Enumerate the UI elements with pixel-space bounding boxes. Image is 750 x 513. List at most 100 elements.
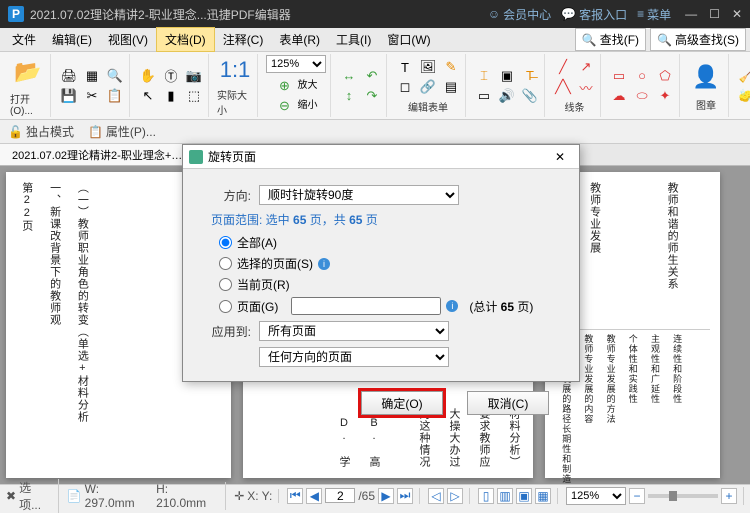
menu-document[interactable]: 文档(D) [156, 27, 215, 52]
realsize-icon[interactable]: 1:1 [217, 54, 253, 85]
menu-window[interactable]: 窗口(W) [379, 28, 438, 51]
pencil-icon[interactable]: ✎ [441, 57, 461, 77]
page-range-text: 页面范围: 选中 65 页，共 65 页 [211, 211, 561, 228]
ok-button[interactable]: 确定(O) [361, 391, 443, 415]
first-page-icon[interactable]: ⏮ [287, 488, 303, 504]
main-menu[interactable]: ≡ 菜单 [637, 6, 671, 23]
close-icon[interactable]: ✕ [732, 7, 742, 21]
fitwidth-icon[interactable]: ↔ [339, 66, 359, 86]
info-icon[interactable]: i [446, 300, 458, 312]
radio-selected[interactable]: 选择的页面(S)i [219, 255, 561, 272]
report-link[interactable]: 💬 客报入口 [561, 6, 627, 23]
image-icon[interactable]: 🖼 [418, 57, 438, 77]
stamp-big-icon[interactable]: 👤 [688, 59, 724, 95]
fitheight-icon[interactable]: ↕ [339, 86, 359, 106]
menu-tool[interactable]: 工具(I) [328, 28, 379, 51]
properties[interactable]: 📋 属性(P)... [88, 123, 156, 140]
status-zoomout-icon[interactable]: − [629, 488, 645, 504]
print-icon[interactable]: 🖨 [59, 66, 79, 86]
facing-icon[interactable]: ▣ [516, 488, 532, 504]
form-icon[interactable]: ▤ [441, 77, 461, 97]
member-link[interactable]: ☺ 会员中心 [488, 6, 551, 23]
find-button[interactable]: 🔍查找(F) [575, 28, 646, 51]
ellipse-icon[interactable]: ⬭ [632, 86, 652, 106]
line-icon[interactable]: ╱ [553, 57, 573, 77]
menu-form[interactable]: 表单(R) [271, 28, 328, 51]
attach-icon[interactable]: 📎 [520, 86, 540, 106]
menu-view[interactable]: 视图(V) [100, 28, 156, 51]
continuous-icon[interactable]: ▥ [497, 488, 513, 504]
maximize-icon[interactable]: ☐ [709, 7, 720, 21]
prev-page-icon[interactable]: ◀ [306, 488, 322, 504]
options-link[interactable]: 选项... [19, 479, 52, 513]
highlight-icon[interactable]: ▮ [161, 86, 181, 106]
menu-file[interactable]: 文件 [4, 28, 44, 51]
circle-icon[interactable]: ○ [632, 66, 652, 86]
cut-icon[interactable]: ✂ [82, 86, 102, 106]
info-icon[interactable]: i [318, 258, 330, 270]
status-zoom-select[interactable]: 125% [566, 487, 626, 505]
page-input[interactable] [325, 488, 355, 503]
last-page-icon[interactable]: ⏭ [397, 488, 413, 504]
zoomin-icon[interactable]: ⊕ [275, 76, 295, 96]
polyline-icon[interactable]: ╱╲ [553, 77, 573, 97]
back-icon[interactable]: ◁ [428, 488, 444, 504]
sound-icon[interactable]: 🔊 [497, 86, 517, 106]
document-tab[interactable]: 2021.07.02理论精讲2-职业理念+职业道德 [0, 144, 200, 165]
note-icon[interactable]: ▭ [474, 86, 494, 106]
text-icon[interactable]: T [395, 57, 415, 77]
menubar: 文件 编辑(E) 视图(V) 文档(D) 注释(C) 表单(R) 工具(I) 窗… [0, 28, 750, 52]
dialog-close-icon[interactable]: ✕ [547, 148, 573, 166]
cursor-pos: ✛ X: Y: [234, 489, 279, 503]
strike-icon[interactable]: T̶ [520, 66, 540, 86]
shape-icon[interactable]: ◻ [395, 77, 415, 97]
cancel-button[interactable]: 取消(C) [467, 391, 549, 415]
single-page-icon[interactable]: ▯ [478, 488, 494, 504]
zoomout-icon[interactable]: ⊖ [275, 96, 295, 116]
link-icon[interactable]: 🔗 [418, 77, 438, 97]
menu-comment[interactable]: 注释(C) [215, 28, 272, 51]
minimize-icon[interactable]: — [685, 7, 697, 21]
direction-select[interactable]: 顺时针旋转90度 [259, 185, 459, 205]
menu-edit[interactable]: 编辑(E) [44, 28, 100, 51]
pages-input[interactable] [291, 297, 441, 315]
paste-icon[interactable]: 📋 [105, 86, 125, 106]
next-page-icon[interactable]: ▶ [378, 488, 394, 504]
zoom-select[interactable]: 125% [266, 55, 326, 73]
rect-icon[interactable]: ▭ [609, 66, 629, 86]
poly-icon[interactable]: ⬠ [655, 66, 675, 86]
radio-pages[interactable]: 页面(G) i (总计 65 页) [219, 297, 561, 315]
adv-find-button[interactable]: 🔍高级查找(S) [650, 28, 746, 51]
eraser-icon[interactable]: 🧹 [737, 66, 750, 86]
hand-icon[interactable]: ✋ [138, 66, 158, 86]
zoom-slider[interactable] [648, 494, 718, 498]
search-icon[interactable]: 🔍 [105, 66, 125, 86]
radio-all[interactable]: 全部(A) [219, 234, 561, 251]
cloud-icon[interactable]: ☁ [609, 86, 629, 106]
eraser2-icon[interactable]: 🧽 [737, 86, 750, 106]
apply-select-2[interactable]: 任何方向的页面 [259, 347, 449, 367]
rotate-left-icon[interactable]: ↶ [362, 66, 382, 86]
radio-current[interactable]: 当前页(R) [219, 276, 561, 293]
open-icon[interactable]: 📂 [10, 54, 46, 89]
stamp-icon[interactable]: ▣ [497, 66, 517, 86]
book-icon[interactable]: ▦ [535, 488, 551, 504]
star-icon[interactable]: ✦ [655, 86, 675, 106]
grid-icon[interactable]: ▦ [82, 66, 102, 86]
titlebar: P 2021.07.02理论精讲2-职业理念...迅捷PDF编辑器 ☺ 会员中心… [0, 0, 750, 28]
standalone-mode[interactable]: 🔓 独占模式 [8, 123, 74, 140]
text-select-icon[interactable]: Ⓣ [161, 66, 181, 86]
snapshot-icon[interactable]: 📷 [184, 66, 204, 86]
rotate-right-icon[interactable]: ↷ [362, 86, 382, 106]
arrow-icon[interactable]: ↗ [576, 57, 596, 77]
curve-icon[interactable]: 〰 [576, 77, 596, 97]
close-panel-icon[interactable]: ✖ [6, 489, 16, 503]
apply-select-1[interactable]: 所有页面 [259, 321, 449, 341]
subbar: 🔓 独占模式 📋 属性(P)... [0, 120, 750, 144]
pointer-icon[interactable]: ↖ [138, 86, 158, 106]
text-crop-icon[interactable]: ⌶ [474, 66, 494, 86]
save-icon[interactable]: 💾 [59, 86, 79, 106]
select-icon[interactable]: ⬚ [184, 86, 204, 106]
forward-icon[interactable]: ▷ [447, 488, 463, 504]
status-zoomin-icon[interactable]: + [721, 488, 737, 504]
